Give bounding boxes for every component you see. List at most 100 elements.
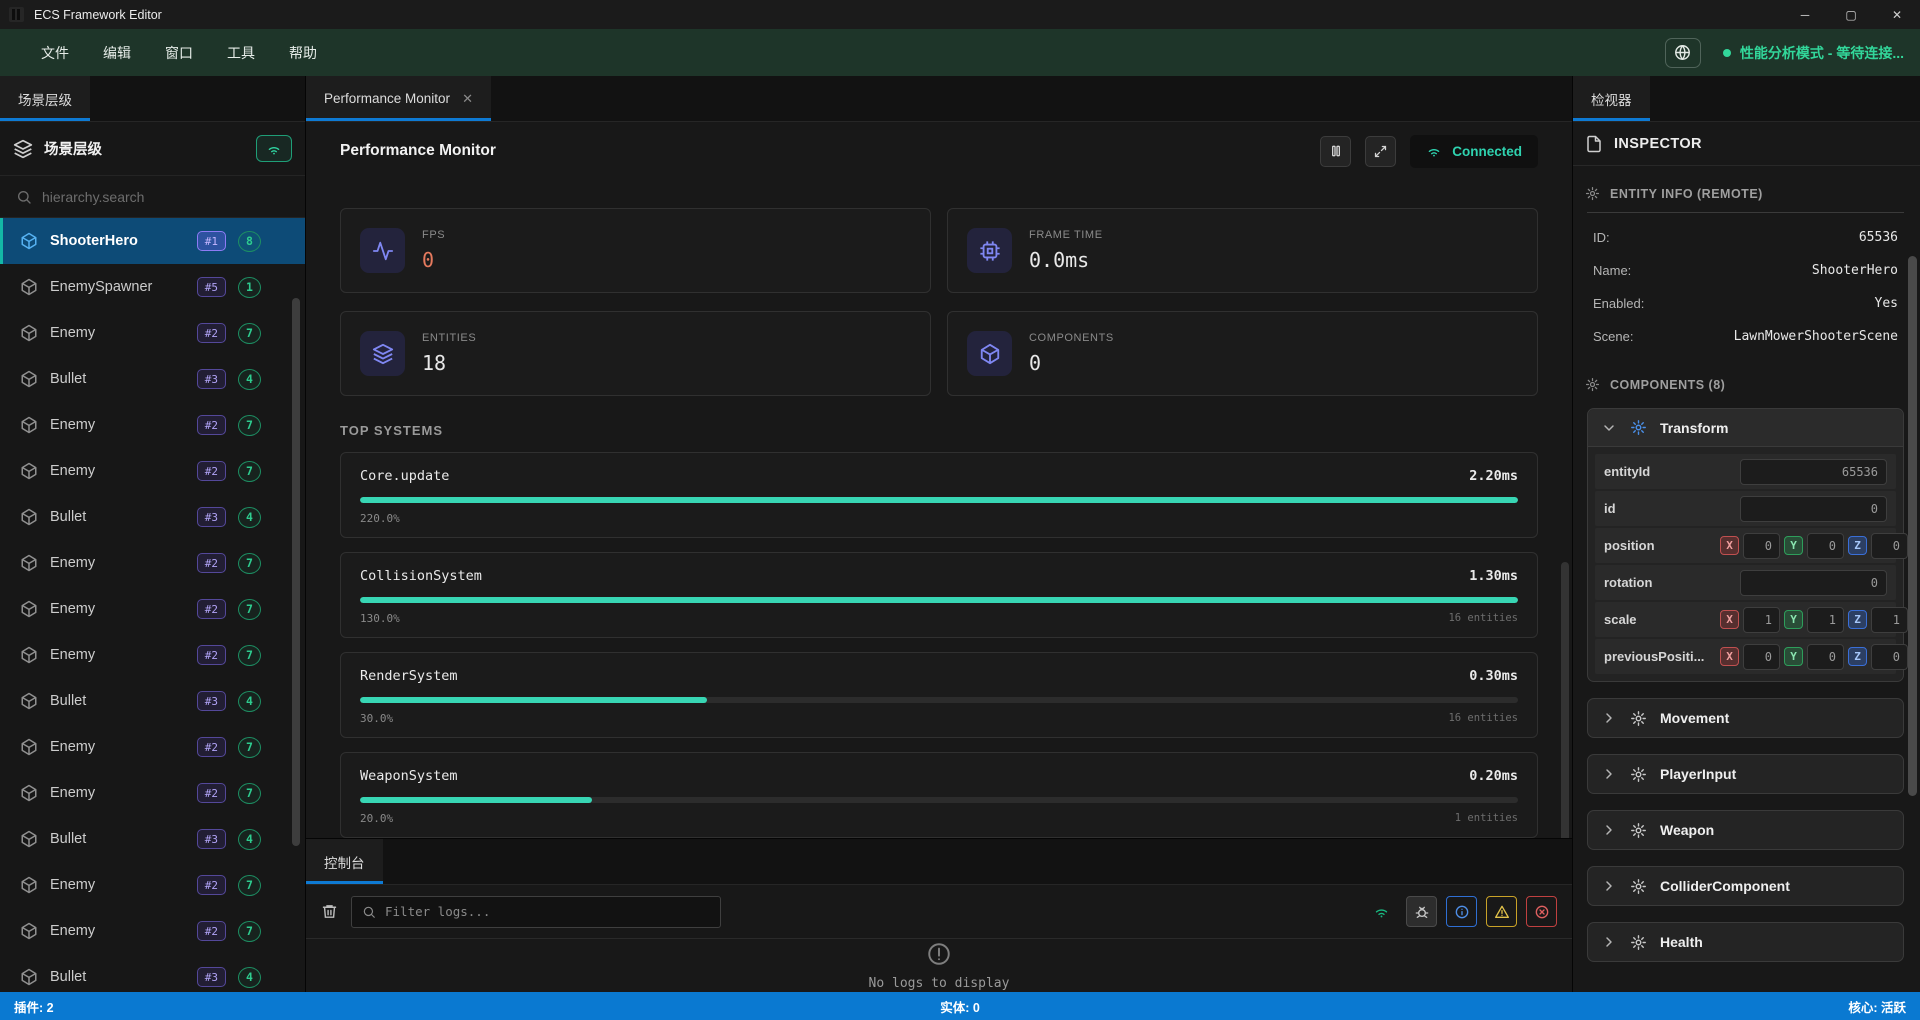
hierarchy-search-input[interactable]: hierarchy.search <box>0 176 305 218</box>
menu-item[interactable]: 工具 <box>210 43 272 63</box>
inspector-scrollbar[interactable] <box>1908 256 1917 796</box>
component-gear-icon <box>1630 710 1647 727</box>
component-header[interactable]: ColliderComponent <box>1588 867 1903 905</box>
tab-inspector[interactable]: 检视器 <box>1573 76 1650 121</box>
component-name: PlayerInput <box>1660 766 1736 782</box>
component-gear-icon <box>1630 766 1647 783</box>
axis-y-input[interactable]: 0 <box>1807 533 1844 559</box>
system-progress-fill <box>360 597 1518 603</box>
component-header[interactable]: Weapon <box>1588 811 1903 849</box>
language-globe-button[interactable] <box>1665 38 1701 68</box>
entity-component-count-badge: 4 <box>238 507 261 528</box>
cube-icon <box>20 692 38 710</box>
activity-icon <box>360 228 405 273</box>
close-button[interactable]: ✕ <box>1874 0 1920 29</box>
entity-component-count-badge: 4 <box>238 967 261 988</box>
inspector-title: INSPECTOR <box>1614 136 1702 152</box>
stat-card: COMPONENTS 0 <box>947 311 1538 396</box>
hierarchy-item[interactable]: Enemy #2 7 <box>0 724 305 770</box>
entity-id-badge: #2 <box>197 645 226 665</box>
property-value-input[interactable]: 0 <box>1740 496 1887 522</box>
axis-y-input[interactable]: 1 <box>1807 607 1844 633</box>
warning-filter-button[interactable] <box>1486 896 1517 927</box>
hierarchy-item[interactable]: Enemy #2 7 <box>0 908 305 954</box>
minimize-button[interactable]: ─ <box>1782 0 1828 29</box>
stat-value: 0 <box>422 248 445 272</box>
chevron-right-icon <box>1601 766 1617 782</box>
hierarchy-item[interactable]: Bullet #3 4 <box>0 816 305 862</box>
hierarchy-item[interactable]: Bullet #3 4 <box>0 356 305 402</box>
property-value-input[interactable]: 0 <box>1740 570 1887 596</box>
tab-hierarchy[interactable]: 场景层级 <box>0 76 90 121</box>
expand-button[interactable] <box>1365 136 1396 167</box>
monitor-scrollbar[interactable] <box>1561 562 1569 838</box>
error-filter-button[interactable] <box>1526 896 1557 927</box>
hierarchy-item[interactable]: Enemy #2 7 <box>0 862 305 908</box>
tab-console[interactable]: 控制台 <box>306 839 383 884</box>
menu-item[interactable]: 窗口 <box>148 43 210 63</box>
system-time: 0.30ms <box>1469 668 1518 684</box>
menu-item[interactable]: 编辑 <box>86 43 148 63</box>
hierarchy-item[interactable]: ShooterHero #1 8 <box>0 218 305 264</box>
menu-items: 文件编辑窗口工具帮助 <box>24 43 334 63</box>
component-header-transform[interactable]: Transform <box>1588 409 1903 447</box>
axis-x-input[interactable]: 0 <box>1743 644 1780 670</box>
property-value-input[interactable]: 65536 <box>1740 459 1887 485</box>
component-name: ColliderComponent <box>1660 878 1790 894</box>
maximize-button[interactable]: ▢ <box>1828 0 1874 29</box>
hierarchy-sync-button[interactable] <box>256 135 292 162</box>
main-panel: Performance Monitor ✕ Performance Monito… <box>306 76 1573 992</box>
component-header[interactable]: PlayerInput <box>1588 755 1903 793</box>
axis-z-input[interactable]: 1 <box>1871 607 1908 633</box>
axis-x-input[interactable]: 1 <box>1743 607 1780 633</box>
pause-button[interactable] <box>1320 136 1351 167</box>
entity-name: ShooterHero <box>50 233 138 249</box>
entity-id-badge: #5 <box>197 277 226 297</box>
system-time: 1.30ms <box>1469 568 1518 584</box>
clear-logs-button[interactable] <box>321 903 338 920</box>
system-card: RenderSystem 0.30ms 30.0% 16 entities <box>340 652 1538 738</box>
debug-filter-button[interactable] <box>1406 896 1437 927</box>
hierarchy-item[interactable]: Bullet #3 4 <box>0 494 305 540</box>
hierarchy-item[interactable]: Enemy #2 7 <box>0 402 305 448</box>
axis-y-input[interactable]: 0 <box>1807 644 1844 670</box>
system-name: Core.update <box>360 468 449 484</box>
hierarchy-item[interactable]: Bullet #3 4 <box>0 954 305 992</box>
axis-z-input[interactable]: 0 <box>1871 644 1908 670</box>
menu-item[interactable]: 帮助 <box>272 43 334 63</box>
hierarchy-scrollbar[interactable] <box>292 298 300 846</box>
axis-x-input[interactable]: 0 <box>1743 533 1780 559</box>
status-core: 核心: 活跃 <box>1848 997 1906 1016</box>
system-progress-track <box>360 697 1518 703</box>
hierarchy-item[interactable]: Enemy #2 7 <box>0 770 305 816</box>
hierarchy-item[interactable]: Enemy #2 7 <box>0 448 305 494</box>
cube-icon <box>20 922 38 940</box>
hierarchy-item[interactable]: Enemy #2 7 <box>0 310 305 356</box>
tab-console-label: 控制台 <box>324 852 365 872</box>
cube-icon <box>20 462 38 480</box>
app-title: ECS Framework Editor <box>34 8 162 22</box>
hierarchy-item[interactable]: Enemy #2 7 <box>0 540 305 586</box>
entity-info-section-header: ENTITY INFO (REMOTE) <box>1585 186 1906 201</box>
status-bar: 插件: 2 实体: 0 核心: 活跃 <box>0 992 1920 1020</box>
system-percent: 30.0% <box>360 712 393 725</box>
axis-z-input[interactable]: 0 <box>1871 533 1908 559</box>
hierarchy-item[interactable]: Bullet #3 4 <box>0 678 305 724</box>
system-entity-count: 16 entities <box>1448 612 1518 625</box>
expand-icon <box>1373 144 1388 159</box>
hierarchy-item[interactable]: Enemy #2 7 <box>0 632 305 678</box>
entity-id-badge: #3 <box>197 829 226 849</box>
component-header[interactable]: Health <box>1588 923 1903 961</box>
axis-z-badge: Z <box>1848 647 1867 666</box>
log-filter-input[interactable]: Filter logs... <box>351 896 721 928</box>
tab-performance-monitor[interactable]: Performance Monitor ✕ <box>306 76 491 121</box>
component-header[interactable]: Movement <box>1588 699 1903 737</box>
cube-icon <box>20 968 38 986</box>
info-filter-button[interactable] <box>1446 896 1477 927</box>
app-icon <box>9 7 24 22</box>
warning-icon <box>1494 904 1510 920</box>
hierarchy-item[interactable]: Enemy #2 7 <box>0 586 305 632</box>
tab-close-icon[interactable]: ✕ <box>462 91 473 107</box>
menu-item[interactable]: 文件 <box>24 43 86 63</box>
hierarchy-item[interactable]: EnemySpawner #5 1 <box>0 264 305 310</box>
